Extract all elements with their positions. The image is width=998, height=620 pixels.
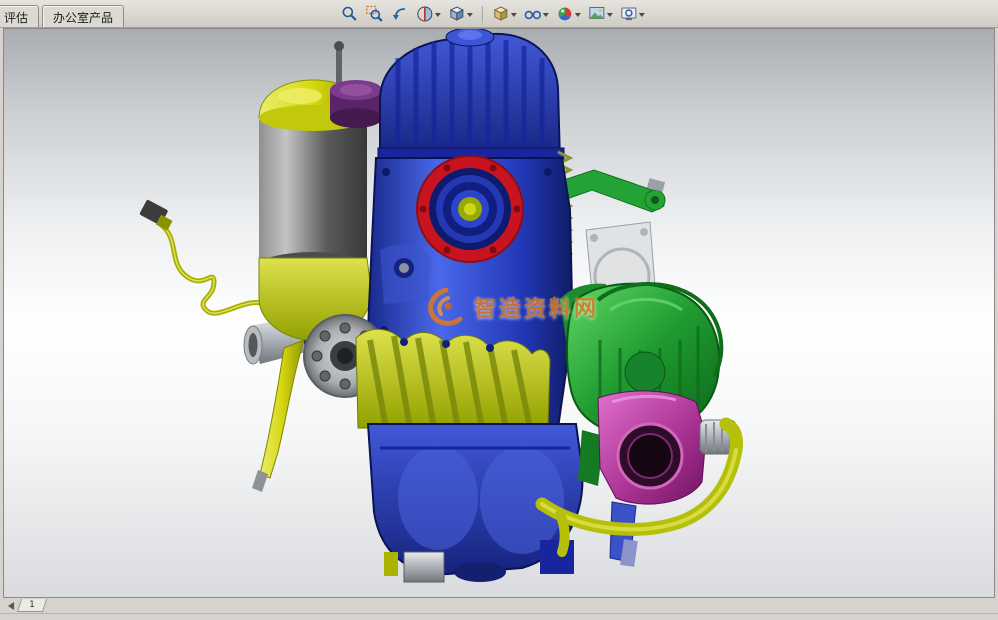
apply-scene-icon[interactable] [586, 4, 615, 24]
ribbon-tab-evaluate[interactable]: 评估 [0, 5, 39, 27]
heads-up-view-toolbar [339, 4, 647, 24]
ribbon-tab-office-products-label: 办公室产品 [53, 11, 113, 25]
dropdown-arrow-icon[interactable] [575, 13, 581, 17]
view-settings-icon[interactable] [618, 4, 647, 24]
engine-assembly-model[interactable] [3, 28, 995, 598]
zoom-to-area-icon[interactable] [364, 4, 386, 24]
section-view-icon[interactable] [414, 4, 443, 24]
primary-clutch[interactable] [417, 156, 523, 262]
model-tab[interactable]: 1 [17, 599, 47, 612]
app-window: 评估 办公室产品 [0, 0, 998, 620]
ribbon-tabs: 评估 办公室产品 [0, 5, 124, 27]
dropdown-arrow-icon[interactable] [435, 13, 441, 17]
sensor-stem[interactable] [334, 41, 344, 84]
edit-appearance-icon[interactable] [554, 4, 583, 24]
toolbar-separator [482, 6, 483, 23]
valve-cover[interactable] [378, 28, 564, 162]
dropdown-arrow-icon[interactable] [511, 13, 517, 17]
previous-view-icon[interactable] [389, 4, 411, 24]
graphics-viewport[interactable]: 智造资料网 [3, 28, 995, 598]
ribbon-tab-evaluate-label: 评估 [4, 11, 28, 25]
display-style-icon[interactable] [490, 4, 519, 24]
status-bar [0, 613, 998, 620]
breather-cap[interactable] [330, 80, 382, 128]
dropdown-arrow-icon[interactable] [543, 13, 549, 17]
top-bar: 评估 办公室产品 [0, 0, 998, 28]
zoom-to-fit-icon[interactable] [339, 4, 361, 24]
dropdown-arrow-icon[interactable] [639, 13, 645, 17]
ribbon-tab-office-products[interactable]: 办公室产品 [42, 5, 124, 27]
view-orientation-icon[interactable] [446, 4, 475, 24]
dropdown-arrow-icon[interactable] [607, 13, 613, 17]
bracket-arm[interactable] [558, 170, 665, 212]
model-tab-label: 1 [29, 600, 35, 610]
dropdown-arrow-icon[interactable] [467, 13, 473, 17]
tab-scroll-left-icon[interactable] [8, 602, 14, 610]
magneto-cover[interactable] [356, 329, 550, 428]
oil-filter-canister[interactable] [259, 116, 367, 280]
hide-show-items-icon[interactable] [522, 4, 551, 24]
model-tab-bar: 1 [3, 598, 995, 613]
wire-harness[interactable] [139, 199, 266, 313]
